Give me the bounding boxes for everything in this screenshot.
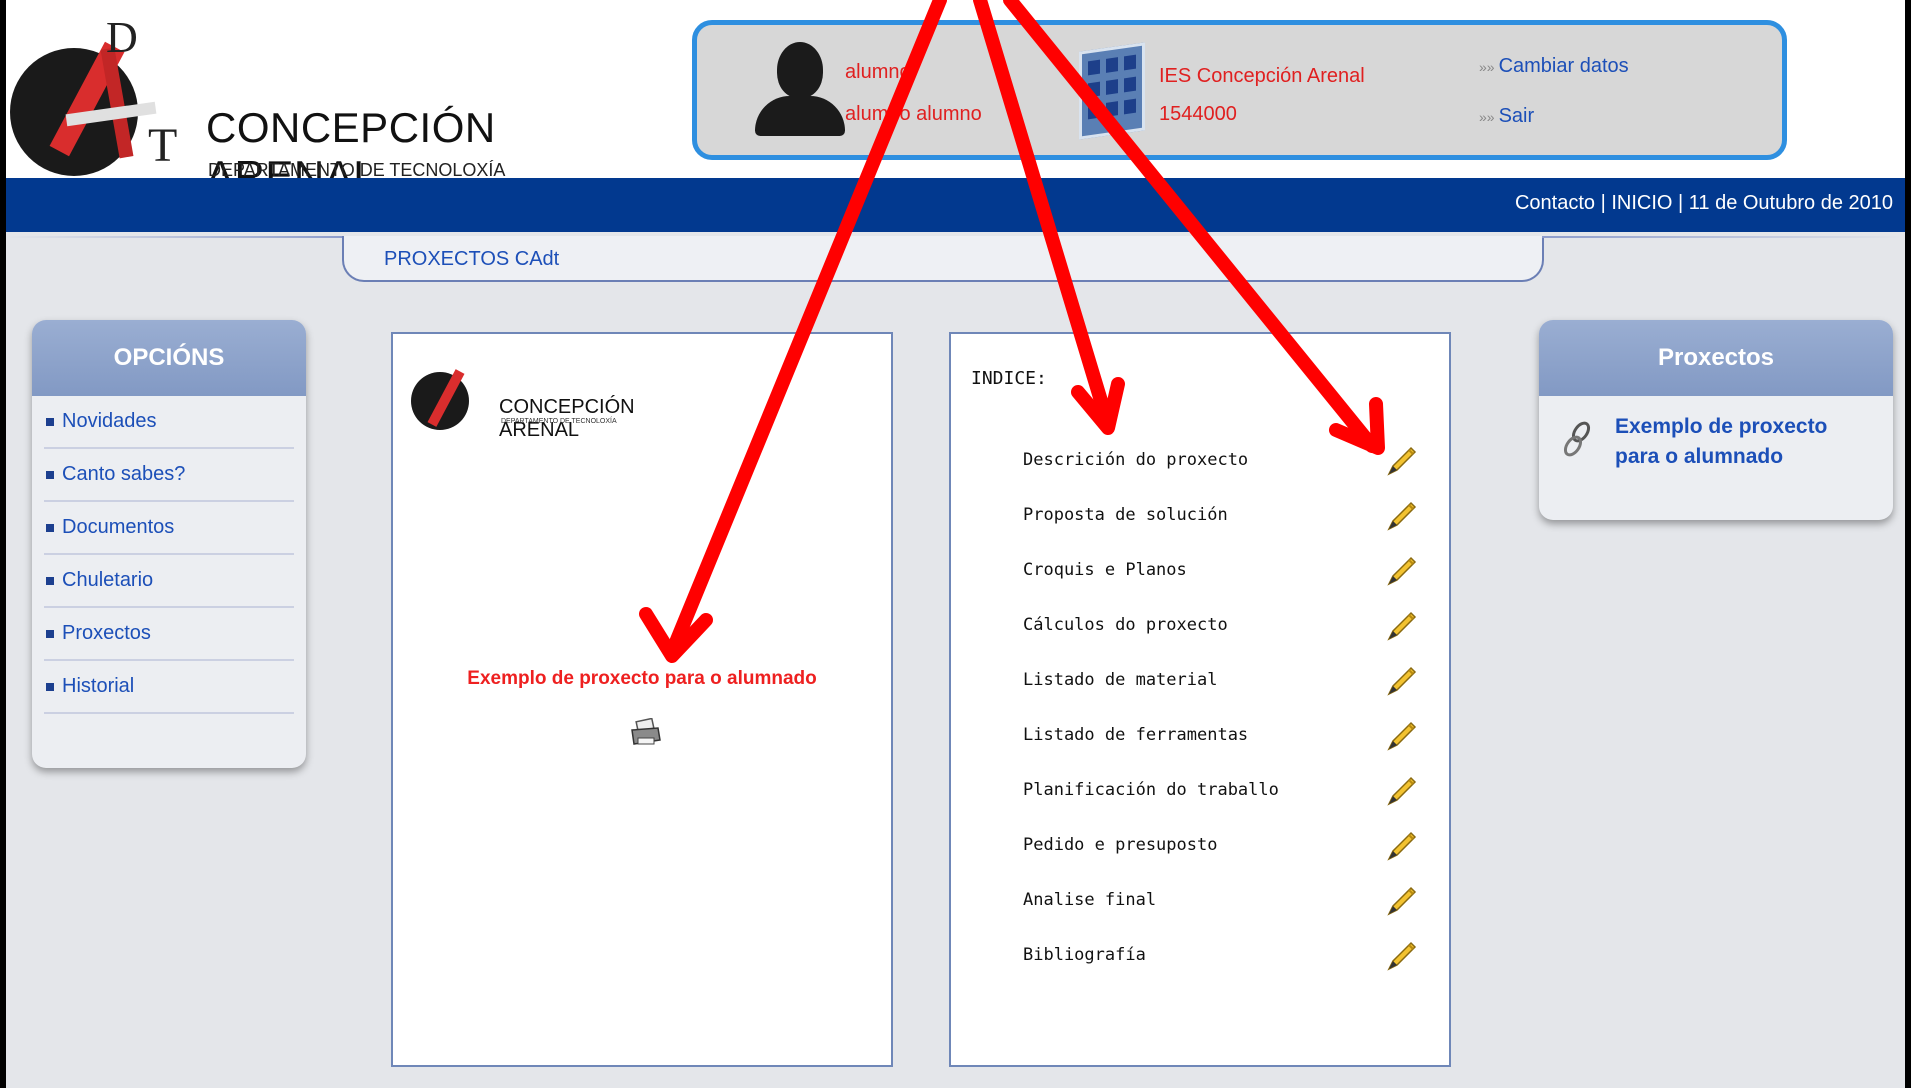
index-heading: INDICE: (971, 368, 1047, 389)
site-logo[interactable]: D T CONCEPCIÓN ARENAL DEPARTAMENTO DE TE… (10, 8, 650, 199)
menu-item-documentos[interactable]: Documentos (44, 502, 294, 555)
chevron-icon: »» (1479, 109, 1495, 125)
bullet-icon (46, 470, 54, 479)
menu-item-label: Proxectos (62, 622, 151, 644)
bullet-icon (46, 576, 54, 585)
pencil-icon[interactable] (1383, 937, 1419, 973)
pencil-icon[interactable] (1383, 497, 1419, 533)
index-item[interactable]: Listado de ferramentas (1023, 717, 1419, 757)
page-frame: D T CONCEPCIÓN ARENAL DEPARTAMENTO DE TE… (6, 0, 1905, 1088)
menu-item-label: Canto sabes? (62, 463, 186, 485)
pencil-icon[interactable] (1383, 772, 1419, 808)
projects-panel-title: Proxectos (1539, 320, 1893, 396)
index-item[interactable]: Listado de material (1023, 662, 1419, 702)
section-tab-bar: PROXECTOS CAdt (6, 236, 1905, 282)
index-item[interactable]: Descrición do proxecto (1023, 442, 1419, 482)
index-item[interactable]: Bibliografía (1023, 937, 1419, 977)
menu-item-historial[interactable]: Historial (44, 661, 294, 714)
school-code: 1544000 (1159, 103, 1237, 125)
menu-item-novidades[interactable]: Novidades (44, 396, 294, 449)
project-logo-subtitle: DEPARTAMENTO DE TECNOLOXÍA (501, 418, 617, 425)
menu-item-canto-sabes[interactable]: Canto sabes? (44, 449, 294, 502)
school-building-icon (1069, 39, 1151, 140)
pencil-icon[interactable] (1383, 827, 1419, 863)
bullet-icon (46, 523, 54, 532)
index-item[interactable]: Cálculos do proxecto (1023, 607, 1419, 647)
index-item-label: Bibliografía (1023, 945, 1146, 965)
top-nav-bar: Contacto | INICIO | 11 de Outubro de 201… (6, 178, 1905, 232)
project-cover-panel: CONCEPCIÓN ARENAL DEPARTAMENTO DE TECNOL… (391, 332, 893, 1067)
pencil-icon[interactable] (1383, 552, 1419, 588)
menu-item-label: Documentos (62, 516, 175, 538)
options-menu-title: OPCIÓNS (32, 320, 306, 396)
project-title: Exemplo de proxecto para o alumnado (467, 668, 817, 689)
chain-link-icon (1563, 421, 1591, 457)
project-logo: CONCEPCIÓN ARENAL DEPARTAMENTO DE TECNOL… (411, 358, 711, 448)
section-title: PROXECTOS CAdt (384, 248, 560, 270)
bullet-icon (46, 629, 54, 638)
bullet-icon (46, 417, 54, 426)
menu-item-label: Chuletario (62, 569, 154, 591)
index-item-label: Analise final (1023, 890, 1157, 910)
index-item[interactable]: Pedido e presuposto (1023, 827, 1419, 867)
menu-item-label: Historial (62, 675, 135, 697)
index-item[interactable]: Proposta de solución (1023, 497, 1419, 537)
index-item-label: Planificación do traballo (1023, 780, 1279, 800)
logout-link[interactable]: »» Sair (1479, 105, 1534, 128)
index-item-label: Proposta de solución (1023, 505, 1228, 525)
options-menu: OPCIÓNS Novidades Canto sabes? Documento… (32, 320, 306, 768)
projects-panel: Proxectos Exemplo de proxecto para o alu… (1539, 320, 1893, 520)
index-item-label: Listado de material (1023, 670, 1218, 690)
printer-icon[interactable] (629, 718, 663, 748)
bullet-icon (46, 682, 54, 691)
index-item-label: Cálculos do proxecto (1023, 615, 1228, 635)
user-fullname: alumno alumno (845, 103, 982, 125)
index-panel: INDICE: Descrición do proxecto Proposta d… (949, 332, 1451, 1067)
top-nav-links[interactable]: Contacto | INICIO | 11 de Outubro de 201… (1515, 192, 1893, 215)
change-data-link[interactable]: »» Cambiar datos (1479, 55, 1629, 78)
pencil-icon[interactable] (1383, 717, 1419, 753)
school-name: IES Concepción Arenal (1159, 65, 1365, 87)
menu-item-chuletario[interactable]: Chuletario (44, 555, 294, 608)
pencil-icon[interactable] (1383, 442, 1419, 478)
index-item-label: Descrición do proxecto (1023, 450, 1249, 470)
index-item[interactable]: Analise final (1023, 882, 1419, 922)
user-info-box: alumno alumno alumno IES Concepción Aren… (692, 20, 1787, 160)
pencil-icon[interactable] (1383, 662, 1419, 698)
change-data-label: Cambiar datos (1498, 55, 1629, 77)
project-link[interactable]: Exemplo de proxecto para o alumnado (1615, 412, 1875, 472)
chevron-icon: »» (1479, 59, 1495, 75)
header: D T CONCEPCIÓN ARENAL DEPARTAMENTO DE TE… (6, 0, 1905, 199)
user-avatar-icon (755, 40, 845, 136)
index-item[interactable]: Planificación do traballo (1023, 772, 1419, 812)
menu-item-label: Novidades (62, 410, 157, 432)
menu-item-proxectos[interactable]: Proxectos (44, 608, 294, 661)
index-item-label: Croquis e Planos (1023, 560, 1187, 580)
logo-letter-d: D (106, 13, 138, 62)
username: alumno (845, 61, 911, 83)
pencil-icon[interactable] (1383, 607, 1419, 643)
index-item-label: Pedido e presuposto (1023, 835, 1218, 855)
pencil-icon[interactable] (1383, 882, 1419, 918)
logo-letter-t: T (148, 119, 178, 172)
index-item[interactable]: Croquis e Planos (1023, 552, 1419, 592)
logout-label: Sair (1498, 105, 1535, 127)
index-item-label: Listado de ferramentas (1023, 725, 1249, 745)
